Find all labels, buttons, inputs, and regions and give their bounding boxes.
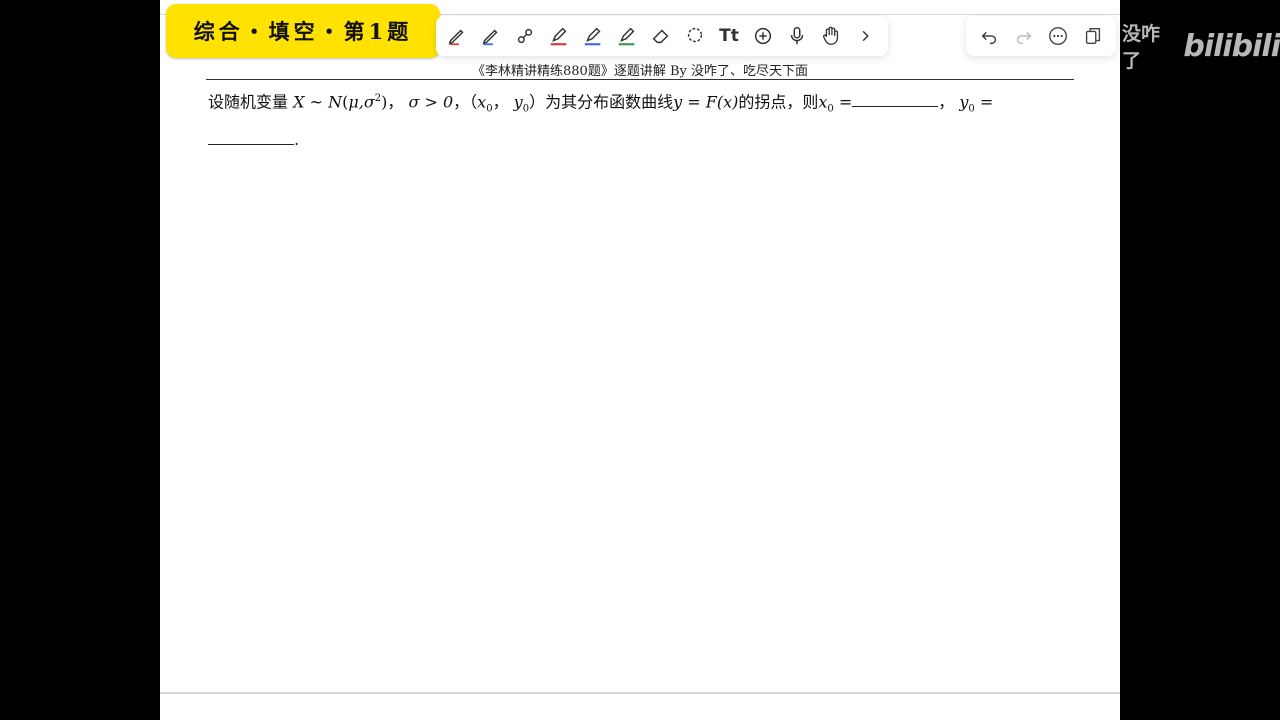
problem-text: 设随机变量 X ~ N(μ,σ2)， σ > 0，（x0， y0）为其分布函数曲…	[208, 92, 994, 149]
undo-icon[interactable]	[974, 20, 1004, 52]
redo-icon[interactable]	[1009, 20, 1039, 52]
var-X: X	[293, 92, 305, 112]
doc-header: 《李林精讲精练880题》逐题讲解 By 没咋了、吃尽天下面	[472, 64, 808, 79]
pen-icon[interactable]	[440, 20, 474, 52]
bilibili-watermark: 没咋了 bilibili	[1122, 23, 1280, 72]
period: .	[294, 129, 300, 149]
text-icon[interactable]: Tt	[712, 20, 746, 52]
condition: σ > 0	[408, 92, 454, 112]
problem-mid: 为其分布函数曲线	[545, 92, 674, 112]
page-bottom-border	[160, 692, 1120, 694]
title-badge: 综合・填空・第1题	[166, 4, 440, 58]
add-icon[interactable]	[746, 20, 780, 52]
problem-suffix: 的拐点，则	[738, 92, 819, 112]
microphone-icon[interactable]	[780, 20, 814, 52]
highlighter-red-icon[interactable]	[542, 20, 576, 52]
watermark-username: 没咋了	[1122, 23, 1161, 72]
x0-sub: 0	[827, 103, 834, 115]
more-icon[interactable]	[1043, 20, 1073, 52]
dist-args: μ,σ	[348, 92, 375, 112]
eraser-icon[interactable]	[644, 20, 678, 52]
highlighter-green-icon[interactable]	[610, 20, 644, 52]
link-pen-icon[interactable]	[508, 20, 542, 52]
pen-icon[interactable]	[474, 20, 508, 52]
lasso-icon[interactable]	[678, 20, 712, 52]
bilibili-logo: bilibili	[1183, 28, 1280, 64]
dist-sup: 2	[374, 93, 382, 104]
point-x-sub: 0	[486, 103, 493, 115]
header-rule	[206, 79, 1074, 80]
pen-toolbar: Tt	[436, 16, 888, 56]
chevron-right-icon[interactable]	[848, 20, 882, 52]
y0-eq: =	[979, 92, 994, 112]
x0-eq: =	[838, 92, 853, 112]
text-tool-label: Tt	[719, 26, 739, 46]
point-y: y	[513, 92, 523, 112]
point-y-sub: 0	[522, 103, 530, 115]
right-toolbar	[966, 16, 1116, 56]
highlighter-blue-icon[interactable]	[576, 20, 610, 52]
x0-blank[interactable]	[852, 92, 939, 108]
y0-sub: 0	[968, 103, 975, 115]
dist-N: N	[328, 92, 343, 112]
curve-expr: y = F(x)	[673, 92, 739, 112]
hand-icon[interactable]	[814, 20, 848, 52]
tilde: ~	[309, 92, 323, 112]
point-x: x	[477, 92, 487, 112]
problem-prefix: 设随机变量	[208, 92, 289, 112]
pages-icon[interactable]	[1078, 20, 1108, 52]
y0-blank[interactable]	[208, 130, 294, 145]
